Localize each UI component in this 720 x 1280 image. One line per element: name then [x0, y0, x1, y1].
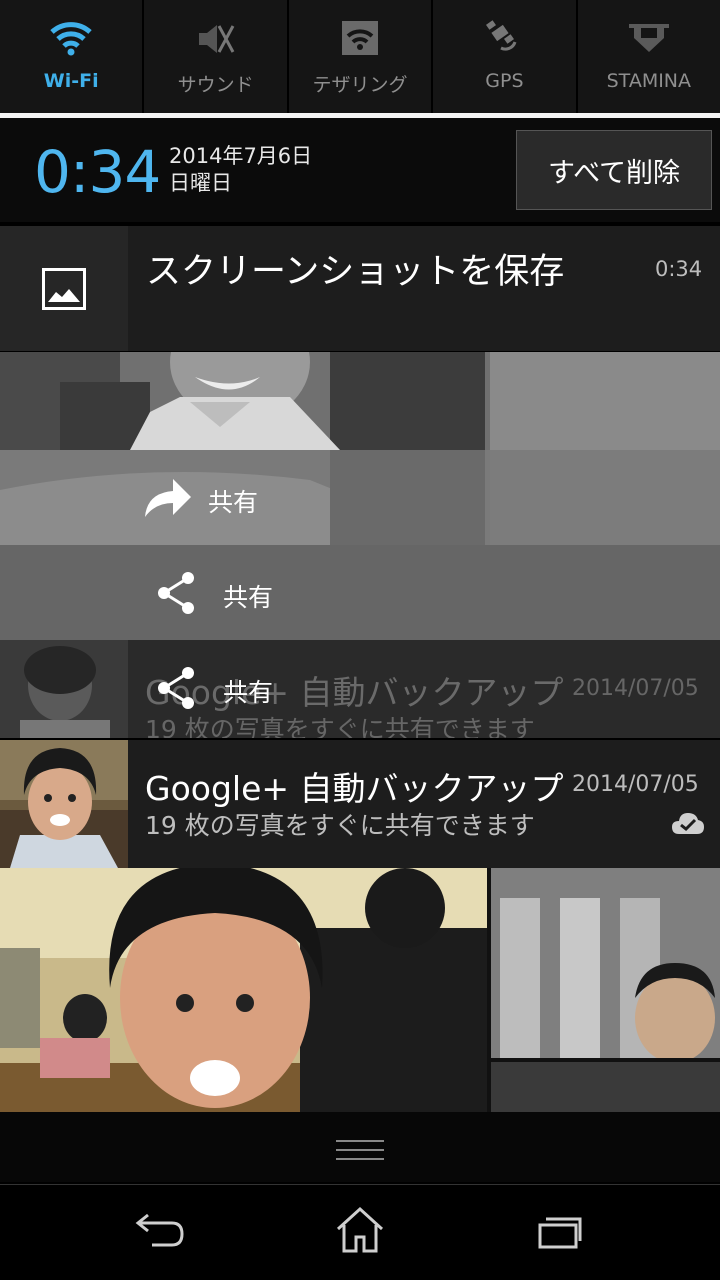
action-share-overlap[interactable]: Google+ 自動バックアップ 2014/07/05 19 枚の写真をすぐに共… [0, 640, 720, 738]
home-icon[interactable] [330, 1205, 390, 1255]
screenshot-preview-image [0, 352, 720, 450]
gplus-date: 2014/07/05 [572, 772, 699, 797]
action-label-share-2: 共有 [223, 583, 274, 612]
ghost-gplus-text: 19 枚の写真をすぐに共有できます [145, 715, 535, 738]
qs-tile-tethering[interactable]: テザリング [289, 0, 434, 113]
picture-icon [42, 268, 86, 310]
gplus-text: 19 枚の写真をすぐに共有できます [145, 811, 535, 840]
preview-image-lower [0, 450, 720, 545]
preview-image [0, 352, 720, 450]
notification-time: 0:34 [655, 257, 703, 281]
share-icon [158, 667, 194, 709]
gplus-thumbnail [0, 740, 128, 868]
action-share-forward[interactable]: 共有 [0, 450, 720, 545]
sound-off-icon [198, 25, 234, 53]
gplus-title: Google+ 自動バックアップ [145, 769, 563, 808]
stamina-icon [628, 24, 669, 52]
qs-label-tethering: テザリング [312, 74, 408, 96]
ghost-gplus-title: Google+ 自動バックアップ [145, 673, 563, 712]
recents-icon[interactable] [530, 1205, 590, 1255]
qs-tile-gps[interactable]: GPS [433, 0, 578, 113]
qs-label-gps: GPS [485, 70, 524, 92]
photo-grid-image [0, 868, 720, 1112]
date-block: 2014年7月6日 日曜日 [169, 143, 312, 197]
weekday-text: 日曜日 [169, 171, 232, 195]
action-label-share-1: 共有 [208, 488, 259, 517]
clock: 0:34 [34, 138, 161, 206]
qs-label-wifi: Wi-Fi [43, 70, 99, 92]
quick-settings-bar: Wi-Fi サウンド テザリング GPS STAMINA [0, 0, 720, 113]
notification-title: スクリーンショットを保存 [146, 252, 565, 292]
tethering-icon [342, 21, 379, 55]
wifi-icon [50, 22, 92, 56]
cloud-done-icon [672, 813, 704, 834]
action-label-share-3: 共有 [223, 678, 274, 707]
thumbnail-image [0, 740, 128, 868]
qs-tile-stamina[interactable]: STAMINA [578, 0, 720, 113]
ghost-thumbnail [0, 640, 128, 738]
qs-label-sound: サウンド [177, 74, 254, 96]
action-share[interactable]: 共有 [0, 545, 720, 640]
clear-all-button[interactable]: すべて削除 [516, 130, 712, 210]
forward-share-icon [145, 479, 191, 517]
ghost-gplus-date: 2014/07/05 [572, 676, 699, 701]
qs-tile-sound[interactable]: サウンド [144, 0, 289, 113]
drawer-handle-icon[interactable] [336, 1140, 384, 1160]
photo-grid [0, 868, 720, 1112]
qs-label-stamina: STAMINA [606, 70, 692, 92]
qs-tile-wifi[interactable]: Wi-Fi [0, 0, 145, 113]
share-icon [158, 572, 194, 614]
date-text: 2014年7月6日 [169, 144, 313, 168]
back-icon[interactable] [132, 1205, 192, 1255]
gps-icon [486, 20, 517, 51]
